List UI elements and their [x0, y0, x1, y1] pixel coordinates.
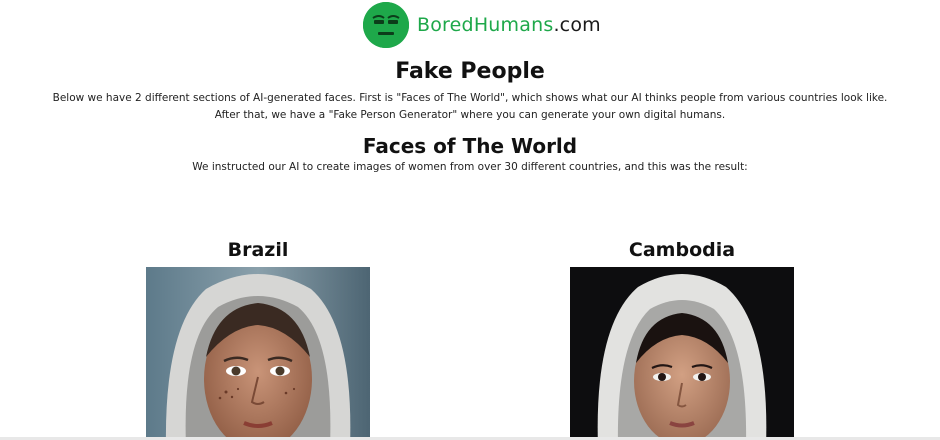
intro-line-1: Below we have 2 different sections of AI… — [52, 92, 888, 104]
page: BoredHumans.com Fake People Below we hav… — [0, 0, 940, 440]
intro-text: Below we have 2 different sections of AI… — [20, 90, 920, 124]
face-card-cambodia: Cambodia — [570, 236, 794, 440]
section-title: Faces of The World — [362, 134, 578, 158]
page-title: Fake People — [395, 59, 545, 84]
country-heading: Cambodia — [628, 239, 736, 261]
face-photo-cambodia[interactable] — [570, 267, 794, 440]
section-description: We instructed our AI to create images of… — [192, 161, 748, 173]
face-card-brazil: Brazil — [146, 236, 370, 440]
brand-name: BoredHumans.com — [417, 14, 601, 36]
face-photo-brazil[interactable] — [146, 267, 370, 440]
bored-face-logo-icon — [363, 2, 409, 48]
site-logo-link[interactable]: BoredHumans.com — [363, 2, 601, 48]
country-heading: Brazil — [227, 239, 289, 261]
intro-line-2: After that, we have a "Fake Person Gener… — [214, 109, 726, 121]
